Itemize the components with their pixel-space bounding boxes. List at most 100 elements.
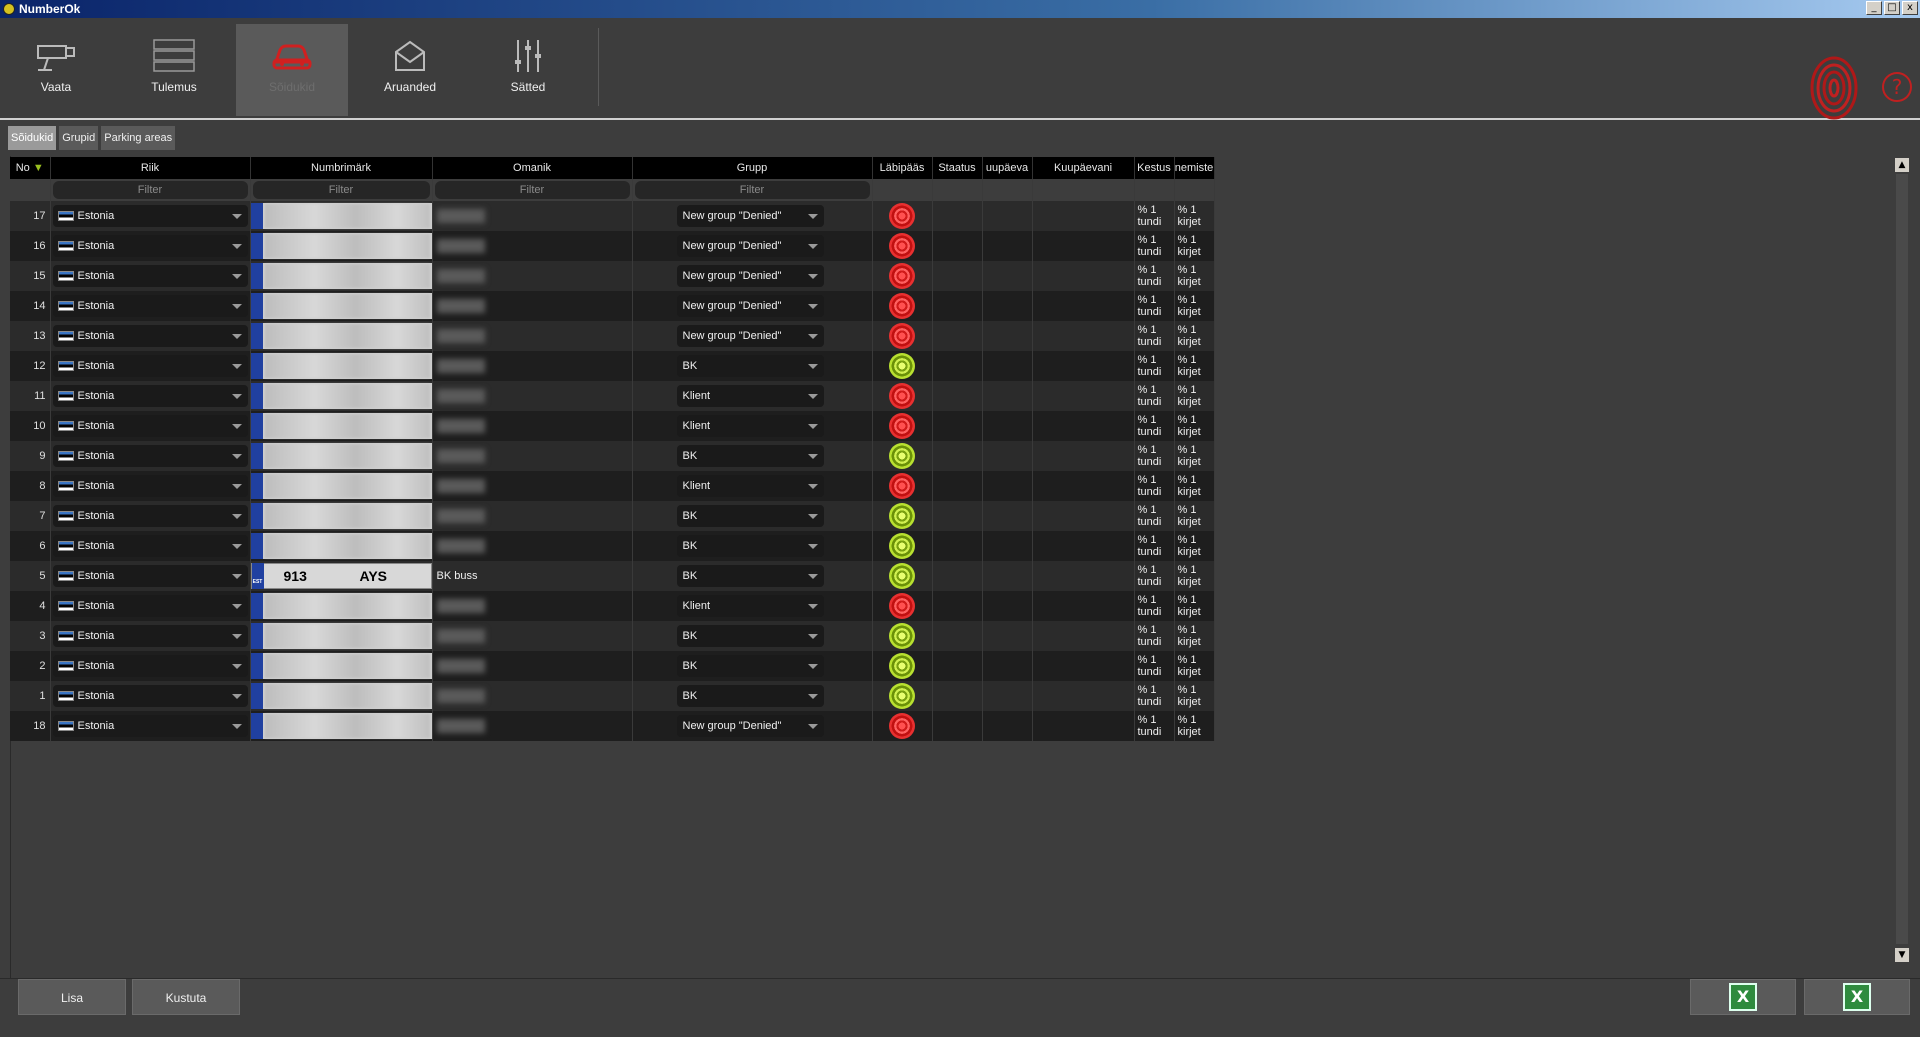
- table-row[interactable]: 3 Estonia BK % 1 tundi % 1 kirjet: [10, 621, 1215, 651]
- group-select[interactable]: Klient: [676, 595, 824, 617]
- table-row[interactable]: 10 Estonia Klient % 1 tundi % 1 kirjet: [10, 411, 1215, 441]
- kestus-cell[interactable]: % 1 tundi: [1135, 204, 1174, 228]
- access-green-icon[interactable]: [889, 563, 915, 589]
- col-header-numbrimark[interactable]: Numbrimärk: [250, 157, 433, 179]
- access-red-icon[interactable]: [889, 263, 915, 289]
- nemiste-cell[interactable]: % 1 kirjet: [1175, 714, 1214, 738]
- kestus-cell[interactable]: % 1 tundi: [1135, 564, 1174, 588]
- maximize-button[interactable]: □: [1884, 1, 1900, 15]
- toolbar-vaata-button[interactable]: Vaata: [0, 24, 112, 116]
- country-select[interactable]: Estonia: [52, 715, 248, 737]
- country-select[interactable]: Estonia: [52, 295, 248, 317]
- nemiste-cell[interactable]: % 1 kirjet: [1175, 444, 1214, 468]
- access-red-icon[interactable]: [889, 233, 915, 259]
- nemiste-cell[interactable]: % 1 kirjet: [1175, 354, 1214, 378]
- group-select[interactable]: BK: [676, 565, 824, 587]
- kestus-cell[interactable]: % 1 tundi: [1135, 414, 1174, 438]
- col-header-no[interactable]: No ▼: [10, 157, 51, 179]
- group-select[interactable]: New group "Denied": [676, 205, 824, 227]
- nemiste-cell[interactable]: % 1 kirjet: [1175, 264, 1214, 288]
- access-green-icon[interactable]: [889, 503, 915, 529]
- group-select[interactable]: New group "Denied": [676, 265, 824, 287]
- nemiste-cell[interactable]: % 1 kirjet: [1175, 504, 1214, 528]
- delete-button[interactable]: Kustuta: [132, 979, 240, 1015]
- kestus-cell[interactable]: % 1 tundi: [1135, 684, 1174, 708]
- nemiste-cell[interactable]: % 1 kirjet: [1175, 204, 1214, 228]
- group-select[interactable]: BK: [676, 445, 824, 467]
- nemiste-cell[interactable]: % 1 kirjet: [1175, 294, 1214, 318]
- kestus-cell[interactable]: % 1 tundi: [1135, 384, 1174, 408]
- nemiste-cell[interactable]: % 1 kirjet: [1175, 684, 1214, 708]
- toolbar-aruanded-button[interactable]: Aruanded: [354, 24, 466, 116]
- country-select[interactable]: Estonia: [52, 445, 248, 467]
- table-row[interactable]: 12 Estonia BK % 1 tundi % 1 kirjet: [10, 351, 1215, 381]
- filter-grupp-input[interactable]: Filter: [634, 181, 870, 199]
- kestus-cell[interactable]: % 1 tundi: [1135, 624, 1174, 648]
- filter-numbrimark-input[interactable]: Filter: [252, 181, 430, 199]
- kestus-cell[interactable]: % 1 tundi: [1135, 714, 1174, 738]
- table-row[interactable]: 18 Estonia New group "Denied" % 1 tundi %…: [10, 711, 1215, 741]
- table-row[interactable]: 11 Estonia Klient % 1 tundi % 1 kirjet: [10, 381, 1215, 411]
- kestus-cell[interactable]: % 1 tundi: [1135, 324, 1174, 348]
- tab-parking-areas[interactable]: Parking areas: [101, 126, 176, 150]
- country-select[interactable]: Estonia: [52, 625, 248, 647]
- fingerprint-icon[interactable]: [1808, 54, 1860, 122]
- access-red-icon[interactable]: [889, 593, 915, 619]
- access-red-icon[interactable]: [889, 413, 915, 439]
- country-select[interactable]: Estonia: [52, 355, 248, 377]
- group-select[interactable]: BK: [676, 625, 824, 647]
- group-select[interactable]: Klient: [676, 415, 824, 437]
- toolbar-tulemus-button[interactable]: Tulemus: [118, 24, 230, 116]
- col-header-nemiste[interactable]: nemiste: [1174, 157, 1215, 179]
- access-red-icon[interactable]: [889, 203, 915, 229]
- nemiste-cell[interactable]: % 1 kirjet: [1175, 654, 1214, 678]
- table-row[interactable]: 8 Estonia Klient % 1 tundi % 1 kirjet: [10, 471, 1215, 501]
- nemiste-cell[interactable]: % 1 kirjet: [1175, 474, 1214, 498]
- add-button[interactable]: Lisa: [18, 979, 126, 1015]
- country-select[interactable]: Estonia: [52, 595, 248, 617]
- table-row[interactable]: 17 Estonia New group "Denied" % 1 tundi %…: [10, 201, 1215, 231]
- table-row[interactable]: 16 Estonia New group "Denied" % 1 tundi %…: [10, 231, 1215, 261]
- country-select[interactable]: Estonia: [52, 415, 248, 437]
- filter-omanik-input[interactable]: Filter: [434, 181, 630, 199]
- table-row[interactable]: 13 Estonia New group "Denied" % 1 tundi %…: [10, 321, 1215, 351]
- nemiste-cell[interactable]: % 1 kirjet: [1175, 564, 1214, 588]
- nemiste-cell[interactable]: % 1 kirjet: [1175, 234, 1214, 258]
- access-green-icon[interactable]: [889, 443, 915, 469]
- tab-soidukid[interactable]: Sõidukid: [8, 126, 57, 150]
- scroll-down-icon[interactable]: ▼: [1895, 948, 1909, 962]
- access-red-icon[interactable]: [889, 323, 915, 349]
- col-header-omanik[interactable]: Omanik: [432, 157, 633, 179]
- group-select[interactable]: BK: [676, 355, 824, 377]
- kestus-cell[interactable]: % 1 tundi: [1135, 594, 1174, 618]
- access-green-icon[interactable]: [889, 653, 915, 679]
- kestus-cell[interactable]: % 1 tundi: [1135, 654, 1174, 678]
- group-select[interactable]: BK: [676, 655, 824, 677]
- group-select[interactable]: New group "Denied": [676, 235, 824, 257]
- access-red-icon[interactable]: [889, 473, 915, 499]
- kestus-cell[interactable]: % 1 tundi: [1135, 504, 1174, 528]
- table-row[interactable]: 14 Estonia New group "Denied" % 1 tundi %…: [10, 291, 1215, 321]
- country-select[interactable]: Estonia: [52, 385, 248, 407]
- kestus-cell[interactable]: % 1 tundi: [1135, 474, 1174, 498]
- table-row[interactable]: 1 Estonia BK % 1 tundi % 1 kirjet: [10, 681, 1215, 711]
- tab-grupid[interactable]: Grupid: [59, 126, 99, 150]
- table-row[interactable]: 15 Estonia New group "Denied" % 1 tundi %…: [10, 261, 1215, 291]
- country-select[interactable]: Estonia: [52, 685, 248, 707]
- group-select[interactable]: BK: [676, 505, 824, 527]
- group-select[interactable]: Klient: [676, 475, 824, 497]
- nemiste-cell[interactable]: % 1 kirjet: [1175, 594, 1214, 618]
- minimize-button[interactable]: _: [1866, 1, 1882, 15]
- group-select[interactable]: Klient: [676, 385, 824, 407]
- export-excel-button[interactable]: X: [1690, 979, 1796, 1015]
- close-button[interactable]: x: [1902, 1, 1918, 15]
- col-header-kuupaevani[interactable]: Kuupäevani: [1032, 157, 1135, 179]
- access-green-icon[interactable]: [889, 533, 915, 559]
- table-row[interactable]: 4 Estonia Klient % 1 tundi % 1 kirjet: [10, 591, 1215, 621]
- help-icon[interactable]: ?: [1882, 72, 1912, 102]
- access-green-icon[interactable]: [889, 683, 915, 709]
- scroll-up-icon[interactable]: ▲: [1895, 158, 1909, 172]
- vertical-scrollbar[interactable]: ▲ ▼: [1894, 156, 1910, 962]
- table-row[interactable]: 2 Estonia BK % 1 tundi % 1 kirjet: [10, 651, 1215, 681]
- access-red-icon[interactable]: [889, 383, 915, 409]
